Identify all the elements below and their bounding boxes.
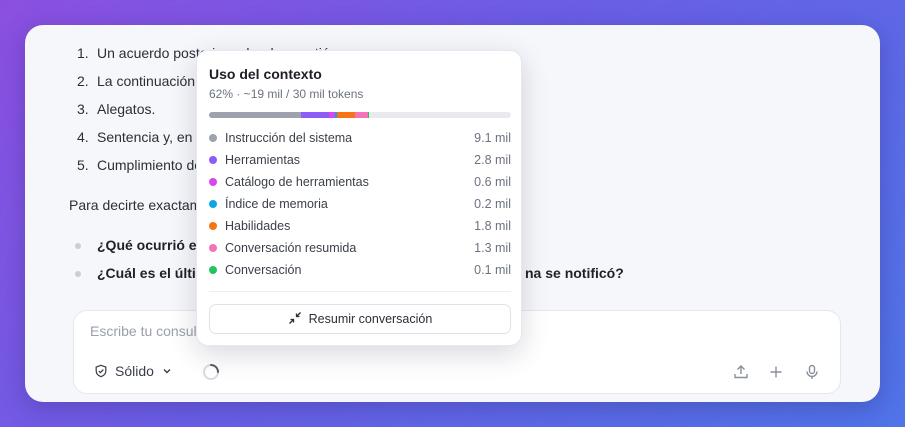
context-usage-popup: Uso del contexto 62% · ~19 mil / 30 mil … bbox=[196, 50, 522, 346]
microphone-icon[interactable] bbox=[803, 363, 821, 381]
usage-summary: 62% · ~19 mil / 30 mil tokens bbox=[209, 87, 364, 101]
color-swatch bbox=[209, 222, 217, 230]
question-tail: na se notificó? bbox=[525, 265, 624, 281]
usage-bar-segment bbox=[354, 112, 368, 118]
loading-spinner-icon bbox=[202, 363, 220, 381]
usage-row: Índice de memoria 0.2 mil bbox=[209, 193, 511, 215]
usage-row: Conversación resumida 1.3 mil bbox=[209, 237, 511, 259]
usage-row: Habilidades 1.8 mil bbox=[209, 215, 511, 237]
mode-label: Sólido bbox=[115, 363, 154, 379]
usage-row: Instrucción del sistema 9.1 mil bbox=[209, 127, 511, 149]
usage-bar-segment bbox=[209, 112, 301, 118]
context-usage-bar bbox=[209, 112, 511, 118]
summarize-label: Resumir conversación bbox=[308, 312, 433, 326]
usage-bar-segment bbox=[300, 112, 329, 118]
color-swatch bbox=[209, 200, 217, 208]
usage-row: Herramientas 2.8 mil bbox=[209, 149, 511, 171]
mode-selector[interactable]: Sólido bbox=[94, 363, 173, 379]
chevron-down-icon bbox=[161, 365, 173, 377]
summarize-conversation-button[interactable]: Resumir conversación bbox=[209, 304, 511, 334]
usage-row: Conversación 0.1 mil bbox=[209, 259, 511, 281]
color-swatch bbox=[209, 266, 217, 274]
usage-bar-segment bbox=[367, 112, 369, 118]
usage-bar-segment bbox=[336, 112, 355, 118]
color-swatch bbox=[209, 178, 217, 186]
usage-row: Catálogo de herramientas 0.6 mil bbox=[209, 171, 511, 193]
bullet bbox=[75, 243, 81, 249]
usage-breakdown-list: Instrucción del sistema 9.1 mil Herramien… bbox=[209, 127, 511, 281]
color-swatch bbox=[209, 156, 217, 164]
color-swatch bbox=[209, 244, 217, 252]
plus-icon[interactable] bbox=[767, 363, 785, 381]
bullet bbox=[75, 271, 81, 277]
upload-icon[interactable] bbox=[732, 363, 750, 381]
color-swatch bbox=[209, 134, 217, 142]
message-input[interactable]: Escribe tu consulta bbox=[90, 323, 208, 339]
divider bbox=[209, 291, 511, 292]
popup-title: Uso del contexto bbox=[209, 66, 322, 82]
collapse-arrows-icon bbox=[288, 311, 302, 328]
shield-check-icon bbox=[94, 364, 108, 378]
